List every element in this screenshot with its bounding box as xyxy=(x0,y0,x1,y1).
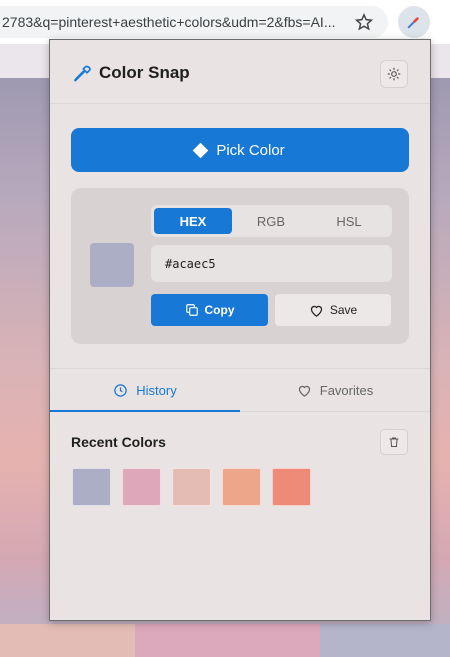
page-color-strip xyxy=(0,624,450,657)
format-selector: HEX RGB HSL xyxy=(151,205,392,237)
tab-favorites[interactable]: Favorites xyxy=(240,369,430,411)
color-value-field[interactable]: #acaec5 xyxy=(151,245,392,282)
recent-color-swatch[interactable] xyxy=(222,468,261,506)
bookmark-star-icon[interactable] xyxy=(352,10,376,34)
recent-color-swatch[interactable] xyxy=(72,468,111,506)
heart-icon xyxy=(310,305,322,317)
url-text[interactable]: 2783&q=pinterest+aesthetic+colors&udm=2&… xyxy=(0,14,338,30)
popup-title: Color Snap xyxy=(99,63,190,82)
history-tabs: History Favorites xyxy=(50,368,430,412)
recent-colors-title: Recent Colors xyxy=(71,434,166,450)
page-color-block xyxy=(0,624,135,657)
format-tab-hex[interactable]: HEX xyxy=(154,208,232,234)
eyedropper-icon xyxy=(72,64,92,84)
clock-icon xyxy=(114,383,128,397)
active-tab-indicator xyxy=(50,410,240,412)
theme-toggle-button[interactable] xyxy=(380,60,408,88)
tab-history[interactable]: History xyxy=(50,369,240,411)
pick-color-label: Pick Color xyxy=(216,141,285,159)
recent-colors-list xyxy=(72,468,311,506)
sun-icon xyxy=(387,67,401,81)
format-tab-hsl[interactable]: HSL xyxy=(310,208,388,234)
diamond-icon xyxy=(193,142,209,158)
save-button[interactable]: Save xyxy=(275,294,391,326)
copy-icon xyxy=(185,304,198,316)
clear-history-button[interactable] xyxy=(380,429,408,455)
eyedropper-extension-icon[interactable] xyxy=(398,6,430,38)
page-color-block xyxy=(320,624,450,657)
recent-color-swatch[interactable] xyxy=(172,468,211,506)
browser-toolbar: 2783&q=pinterest+aesthetic+colors&udm=2&… xyxy=(0,0,450,44)
color-snap-popup: Color Snap Pick Color HEX RGB HSL #acaec… xyxy=(49,39,431,621)
recent-color-swatch[interactable] xyxy=(272,468,311,506)
current-color-card: HEX RGB HSL #acaec5 Copy Save xyxy=(71,188,409,344)
current-color-swatch xyxy=(90,243,134,287)
pick-color-button[interactable]: Pick Color xyxy=(71,128,409,172)
save-label: Save xyxy=(329,303,358,317)
trash-icon xyxy=(389,437,399,447)
copy-button[interactable]: Copy xyxy=(151,294,268,326)
recent-color-swatch[interactable] xyxy=(122,468,161,506)
menu-edge xyxy=(438,12,450,32)
page-color-block xyxy=(135,624,320,657)
tab-favorites-label: Favorites xyxy=(319,382,374,398)
tab-history-label: History xyxy=(136,382,177,398)
popup-header: Color Snap xyxy=(50,40,430,104)
copy-label: Copy xyxy=(204,303,235,317)
format-tab-rgb[interactable]: RGB xyxy=(232,208,310,234)
heart-icon xyxy=(298,385,310,397)
address-bar[interactable]: 2783&q=pinterest+aesthetic+colors&udm=2&… xyxy=(0,6,388,38)
